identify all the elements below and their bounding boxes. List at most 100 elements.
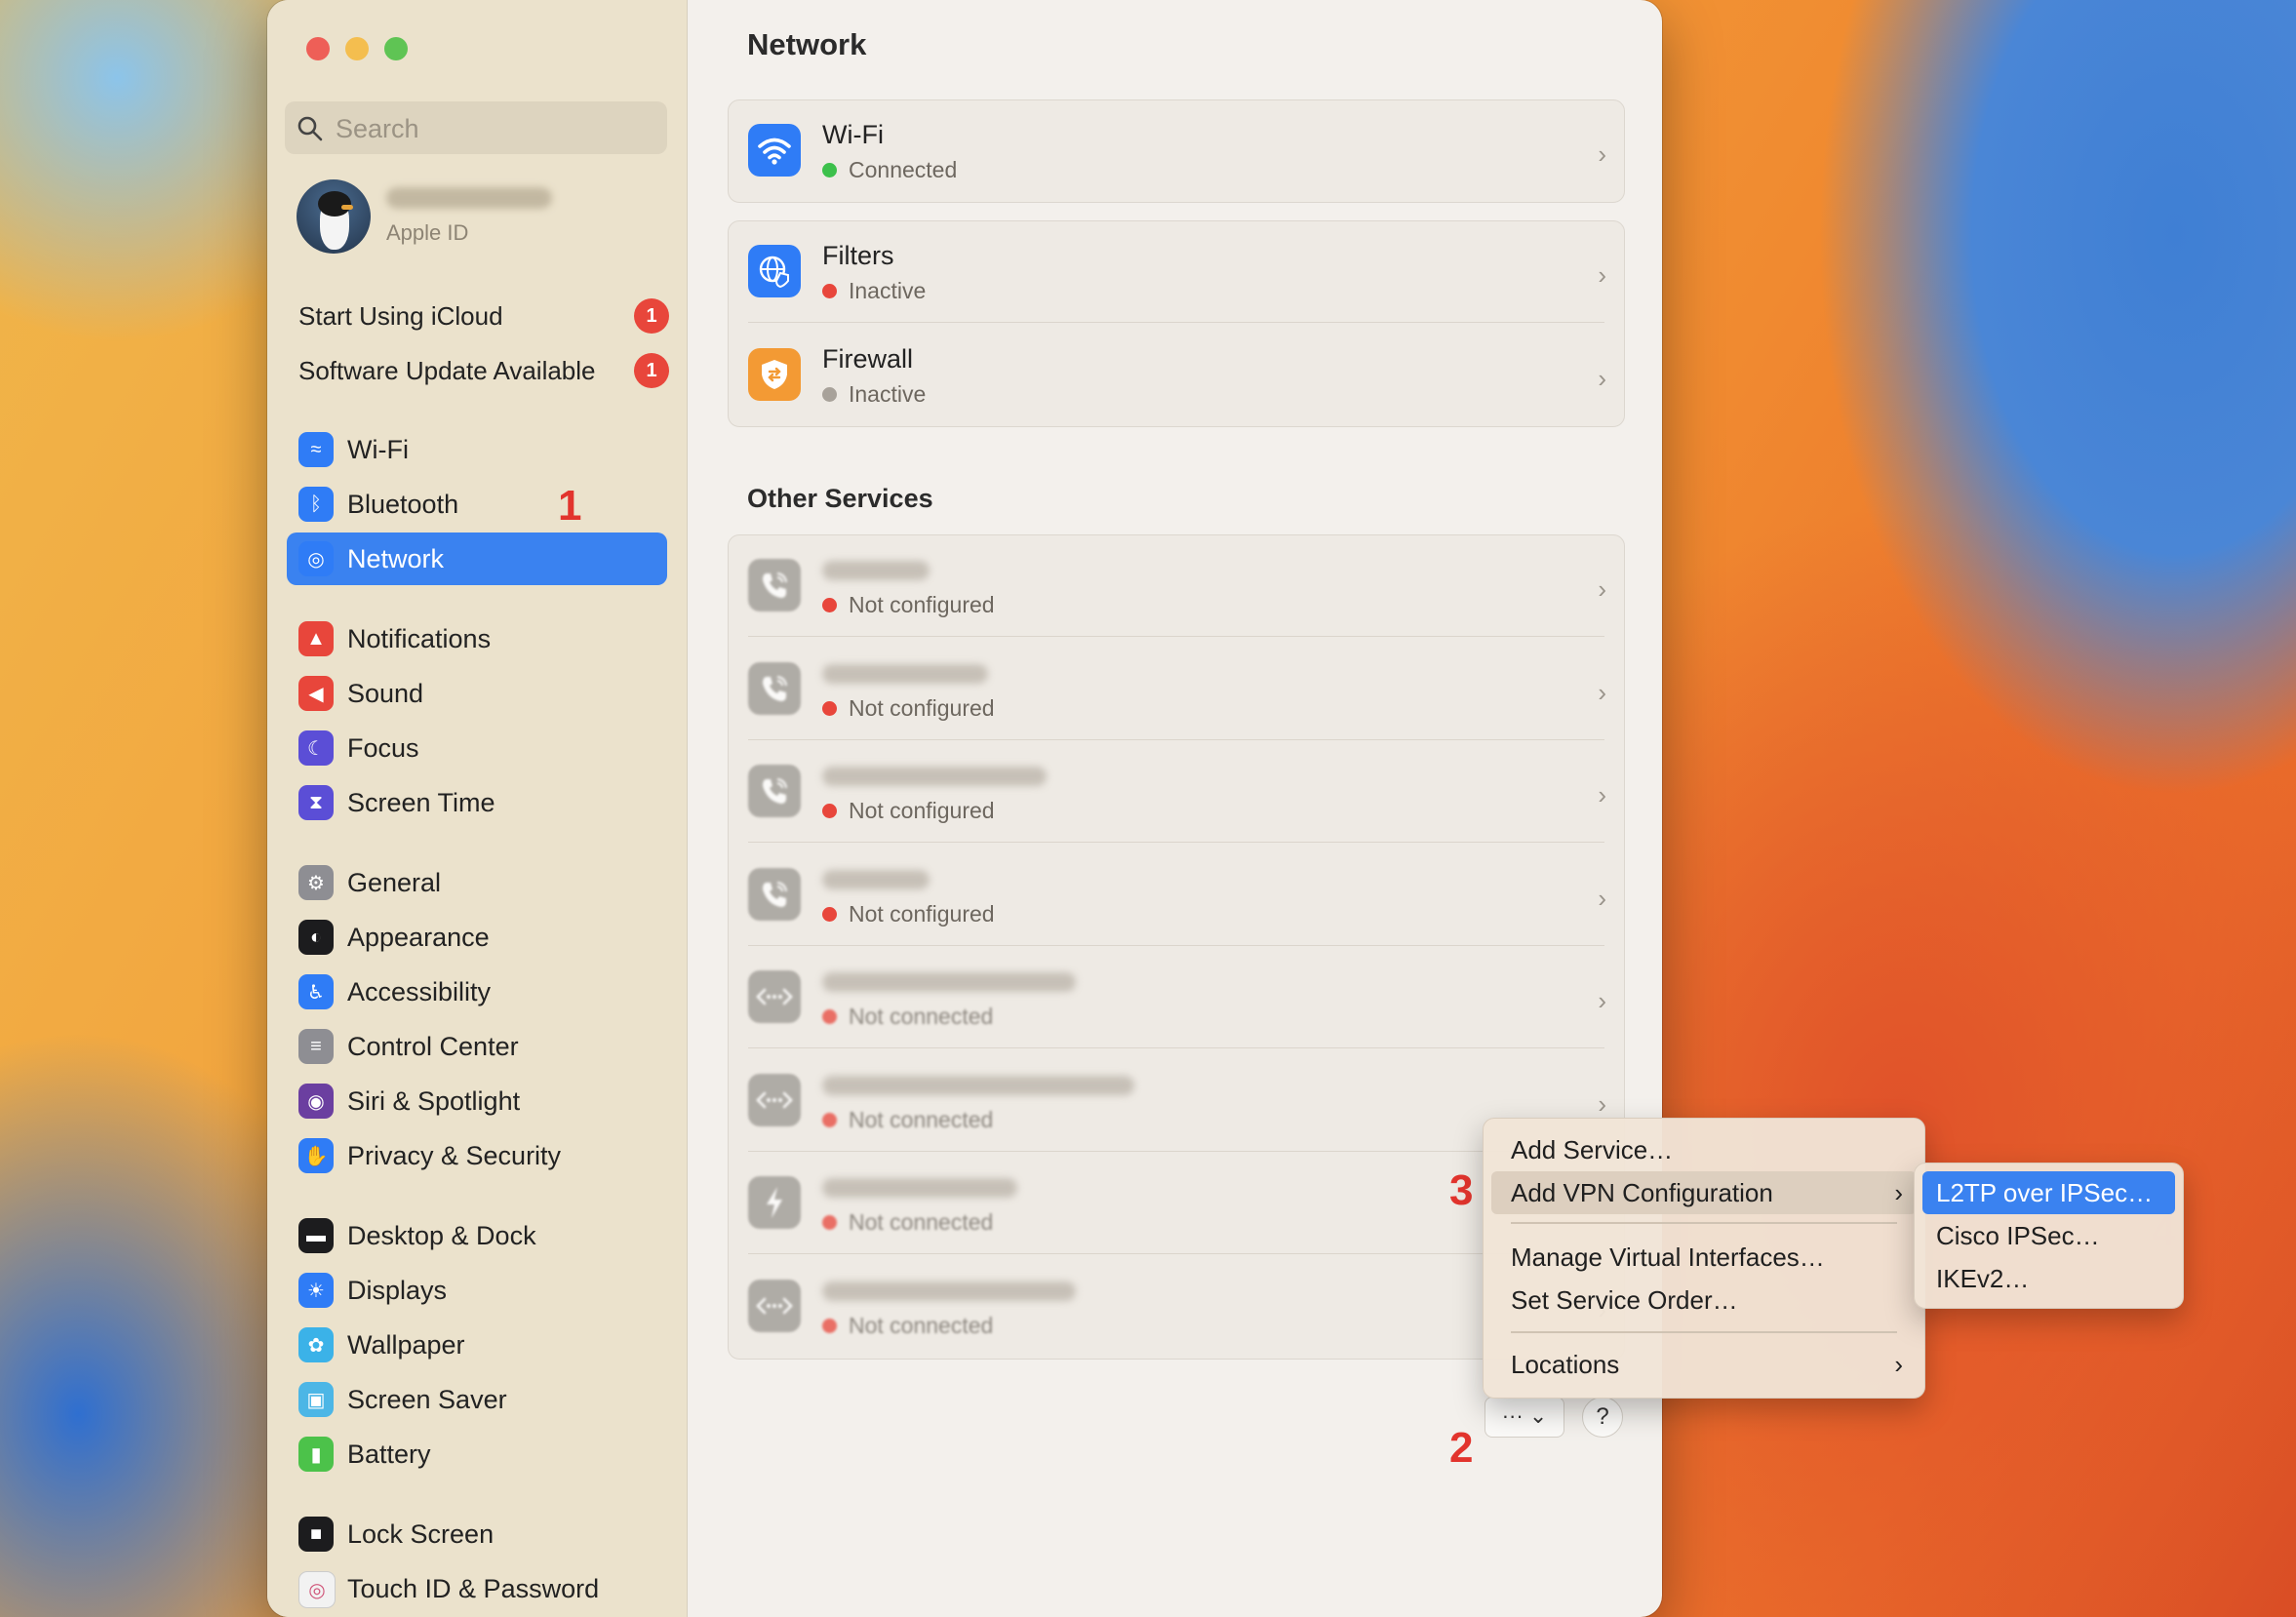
sidebar-item-label: Battery <box>347 1440 431 1469</box>
service-name-redacted <box>822 1281 1076 1301</box>
service-row[interactable]: Not configured › <box>729 535 1624 637</box>
firewall-icon <box>748 348 801 401</box>
service-status: Not connected <box>822 1313 993 1339</box>
service-name: Filters <box>822 241 894 270</box>
notice-label: Software Update Available <box>298 356 596 385</box>
notice-icloud[interactable]: Start Using iCloud 1 <box>298 296 669 335</box>
annotation-3: 3 <box>1449 1166 1474 1214</box>
sidebar-item-screen-saver[interactable]: ▣ Screen Saver <box>287 1373 667 1426</box>
help-button[interactable]: ? <box>1582 1397 1623 1438</box>
gear-icon: ⚙ <box>298 865 334 900</box>
sidebar-item-control-center[interactable]: ≡ Control Center <box>287 1020 667 1073</box>
status-dot <box>822 906 837 922</box>
chevron-right-icon: › <box>1894 1350 1903 1379</box>
ethernet-icon <box>748 1279 801 1332</box>
bell-icon: ▲ <box>298 621 334 656</box>
notice-label: Start Using iCloud <box>298 301 503 331</box>
sidebar-item-sound[interactable]: ◀ Sound <box>287 667 667 720</box>
sidebar-item-notifications[interactable]: ▲ Notifications <box>287 612 667 665</box>
service-row[interactable]: Not connected › <box>729 947 1624 1048</box>
menu-item-add-vpn-configuration[interactable]: Add VPN Configuration › <box>1491 1171 1917 1214</box>
sidebar-item-general[interactable]: ⚙ General <box>287 856 667 909</box>
submenu-item-ikev2[interactable]: IKEv2… <box>1922 1257 2175 1300</box>
chevron-right-icon: › <box>1598 677 1606 707</box>
search-field[interactable] <box>285 101 667 156</box>
more-actions-button[interactable]: ··· ⌄ <box>1484 1397 1564 1438</box>
bluetooth-icon: ᛒ <box>298 487 334 522</box>
fingerprint-icon: ◎ <box>298 1571 336 1608</box>
search-input[interactable] <box>334 101 659 156</box>
sidebar-item-wi-fi[interactable]: ≈ Wi-Fi <box>287 423 667 476</box>
search-icon <box>297 116 323 141</box>
sidebar-item-touch-id-password[interactable]: ◎ Touch ID & Password <box>287 1562 667 1615</box>
status-dot <box>822 1112 837 1127</box>
notice-software-update[interactable]: Software Update Available 1 <box>298 351 669 390</box>
chevron-right-icon: › <box>1598 260 1606 290</box>
sidebar-item-wallpaper[interactable]: ✿ Wallpaper <box>287 1319 667 1371</box>
apple-id-profile[interactable]: Apple ID <box>297 179 677 257</box>
screensaver-icon: ▣ <box>298 1382 334 1417</box>
window-controls <box>306 37 408 60</box>
zoom-button[interactable] <box>384 37 408 60</box>
sidebar-item-network[interactable]: ◎ Network <box>287 532 667 585</box>
service-row[interactable]: Not configured › <box>729 639 1624 740</box>
sidebar-item-displays[interactable]: ☀ Displays <box>287 1264 667 1317</box>
sidebar-item-accessibility[interactable]: ♿ Accessibility <box>287 966 667 1018</box>
service-name-redacted <box>822 1075 1134 1095</box>
close-button[interactable] <box>306 37 330 60</box>
status-dot <box>822 1215 837 1230</box>
globe-icon: ◎ <box>298 541 334 576</box>
sidebar-item-privacy-security[interactable]: ✋ Privacy & Security <box>287 1129 667 1182</box>
accessibility-icon: ♿ <box>298 974 334 1009</box>
status-dot <box>822 700 837 716</box>
service-name-redacted <box>822 972 1076 992</box>
service-row-filters[interactable]: Filters Inactive › <box>729 221 1624 323</box>
service-row[interactable]: Not configured › <box>729 741 1624 843</box>
sidebar-item-label: Bluetooth <box>347 490 459 519</box>
sidebar-item-desktop-dock[interactable]: ▬ Desktop & Dock <box>287 1209 667 1262</box>
sidebar-item-bluetooth[interactable]: ᛒ Bluetooth <box>287 478 667 531</box>
sidebar-item-label: Accessibility <box>347 977 492 1006</box>
service-name-redacted <box>822 869 930 889</box>
submenu-item-cisco-ipsec[interactable]: Cisco IPSec… <box>1922 1214 2175 1257</box>
chevron-right-icon: › <box>1598 1088 1606 1119</box>
sidebar-item-label: Control Center <box>347 1032 519 1061</box>
sidebar-item-lock-screen[interactable]: ■ Lock Screen <box>287 1508 667 1560</box>
service-row[interactable]: Not configured › <box>729 845 1624 946</box>
security-services-group: Filters Inactive › Firewall Inactive › <box>728 220 1625 427</box>
sidebar-item-label: Network <box>347 544 445 573</box>
flower-icon: ✿ <box>298 1327 334 1362</box>
menu-item-add-service[interactable]: Add Service… <box>1491 1128 1917 1171</box>
primary-services-group: Wi-Fi Connected › <box>728 99 1625 203</box>
annotation-1: 1 <box>558 482 582 530</box>
sidebar-item-focus[interactable]: ☾ Focus <box>287 722 667 774</box>
sidebar-item-battery[interactable]: ▮ Battery <box>287 1428 667 1480</box>
service-status: Not configured <box>822 592 995 618</box>
minimize-button[interactable] <box>345 37 369 60</box>
sidebar-item-label: Desktop & Dock <box>347 1221 536 1250</box>
sidebar-item-label: Notifications <box>347 624 492 653</box>
phone-icon <box>748 867 801 921</box>
service-name-redacted <box>822 663 988 684</box>
chevron-right-icon: › <box>1894 1178 1903 1207</box>
chevron-right-icon: › <box>1598 986 1606 1015</box>
notification-badge: 1 <box>634 353 669 388</box>
wifi-icon: ≈ <box>298 432 334 467</box>
sidebar-item-screen-time[interactable]: ⧗ Screen Time <box>287 776 667 829</box>
section-title-other-services: Other Services <box>747 484 933 513</box>
service-row-wifi[interactable]: Wi-Fi Connected › <box>729 100 1624 202</box>
service-row-firewall[interactable]: Firewall Inactive › <box>729 325 1624 426</box>
sidebar-item-label: Wallpaper <box>347 1330 465 1360</box>
service-status: Inactive <box>822 278 926 304</box>
service-status: Not configured <box>822 901 995 927</box>
sidebar-item-label: Siri & Spotlight <box>347 1086 521 1116</box>
menu-item-manage-virtual-interfaces[interactable]: Manage Virtual Interfaces… <box>1491 1236 1917 1279</box>
menu-item-set-service-order[interactable]: Set Service Order… <box>1491 1279 1917 1321</box>
sidebar-item-siri-spotlight[interactable]: ◉ Siri & Spotlight <box>287 1075 667 1127</box>
sidebar-item-appearance[interactable]: ◐ Appearance <box>287 911 667 964</box>
status-dot <box>822 163 837 177</box>
menu-item-locations[interactable]: Locations › <box>1491 1343 1917 1386</box>
more-actions-menu: Add Service… Add VPN Configuration › Man… <box>1483 1118 1925 1399</box>
chevron-right-icon: › <box>1598 780 1606 809</box>
submenu-item-l2tp-over-ipsec[interactable]: L2TP over IPSec… <box>1922 1171 2175 1214</box>
